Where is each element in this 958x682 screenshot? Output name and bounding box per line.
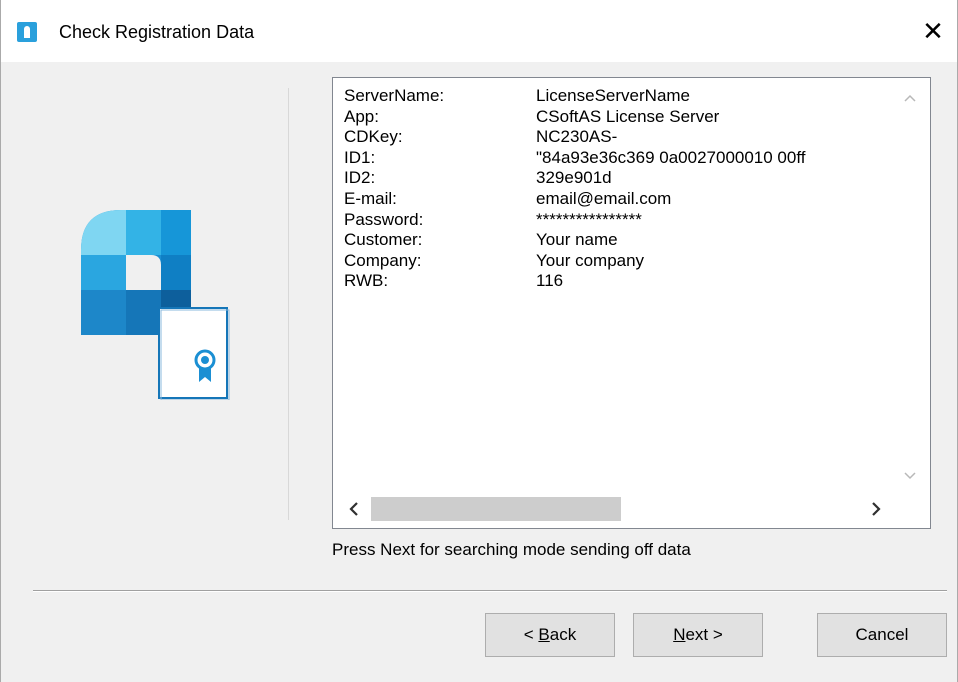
cancel-button[interactable]: Cancel bbox=[817, 613, 947, 657]
scroll-down-icon[interactable] bbox=[899, 466, 921, 486]
license-app-icon bbox=[17, 22, 37, 42]
list-item: Customer: Your name bbox=[344, 230, 618, 250]
list-item: App: CSoftAS License Server bbox=[344, 106, 720, 126]
back-button[interactable]: < Back bbox=[485, 613, 615, 657]
horizontal-scrollbar[interactable] bbox=[333, 488, 930, 528]
registration-data-list[interactable]: ServerName: LicenseServerName App: CSoftAS… bbox=[332, 77, 931, 529]
dialog-window: Check Registration Data ✕ ServerName: Lic… bbox=[0, 0, 958, 682]
list-item: Password: **************** bbox=[344, 209, 642, 229]
scroll-right-icon[interactable] bbox=[865, 498, 887, 520]
list-item: RWB: 116 bbox=[344, 271, 564, 291]
window-title: Check Registration Data bbox=[59, 22, 255, 42]
list-item: ServerName: LicenseServerName bbox=[344, 86, 691, 105]
scroll-thumb[interactable] bbox=[371, 497, 621, 521]
list-item: E-mail: email@email.com bbox=[344, 188, 672, 208]
hint-text: Press Next for searching mode sending of… bbox=[332, 540, 691, 559]
next-button[interactable]: Next > bbox=[633, 613, 763, 657]
list-item: CDKey: NC230AS- bbox=[344, 127, 618, 147]
close-button[interactable]: ✕ bbox=[913, 14, 953, 50]
scroll-up-icon[interactable] bbox=[899, 88, 921, 108]
registration-rows: ServerName: LicenseServerName App: CSoftAS… bbox=[344, 86, 904, 486]
list-item: ID1: "84a93e36c369 0a0027000010 00ff bbox=[344, 147, 806, 167]
scroll-left-icon[interactable] bbox=[343, 498, 365, 520]
button-separator bbox=[33, 590, 947, 592]
list-item: ID2: 329e901d bbox=[344, 168, 612, 188]
title-bar[interactable]: Check Registration Data ✕ bbox=[1, 0, 957, 62]
list-item: Company: Your company bbox=[344, 250, 645, 270]
panel-divider bbox=[288, 88, 289, 520]
license-server-logo bbox=[81, 210, 230, 400]
close-icon: ✕ bbox=[922, 17, 944, 47]
